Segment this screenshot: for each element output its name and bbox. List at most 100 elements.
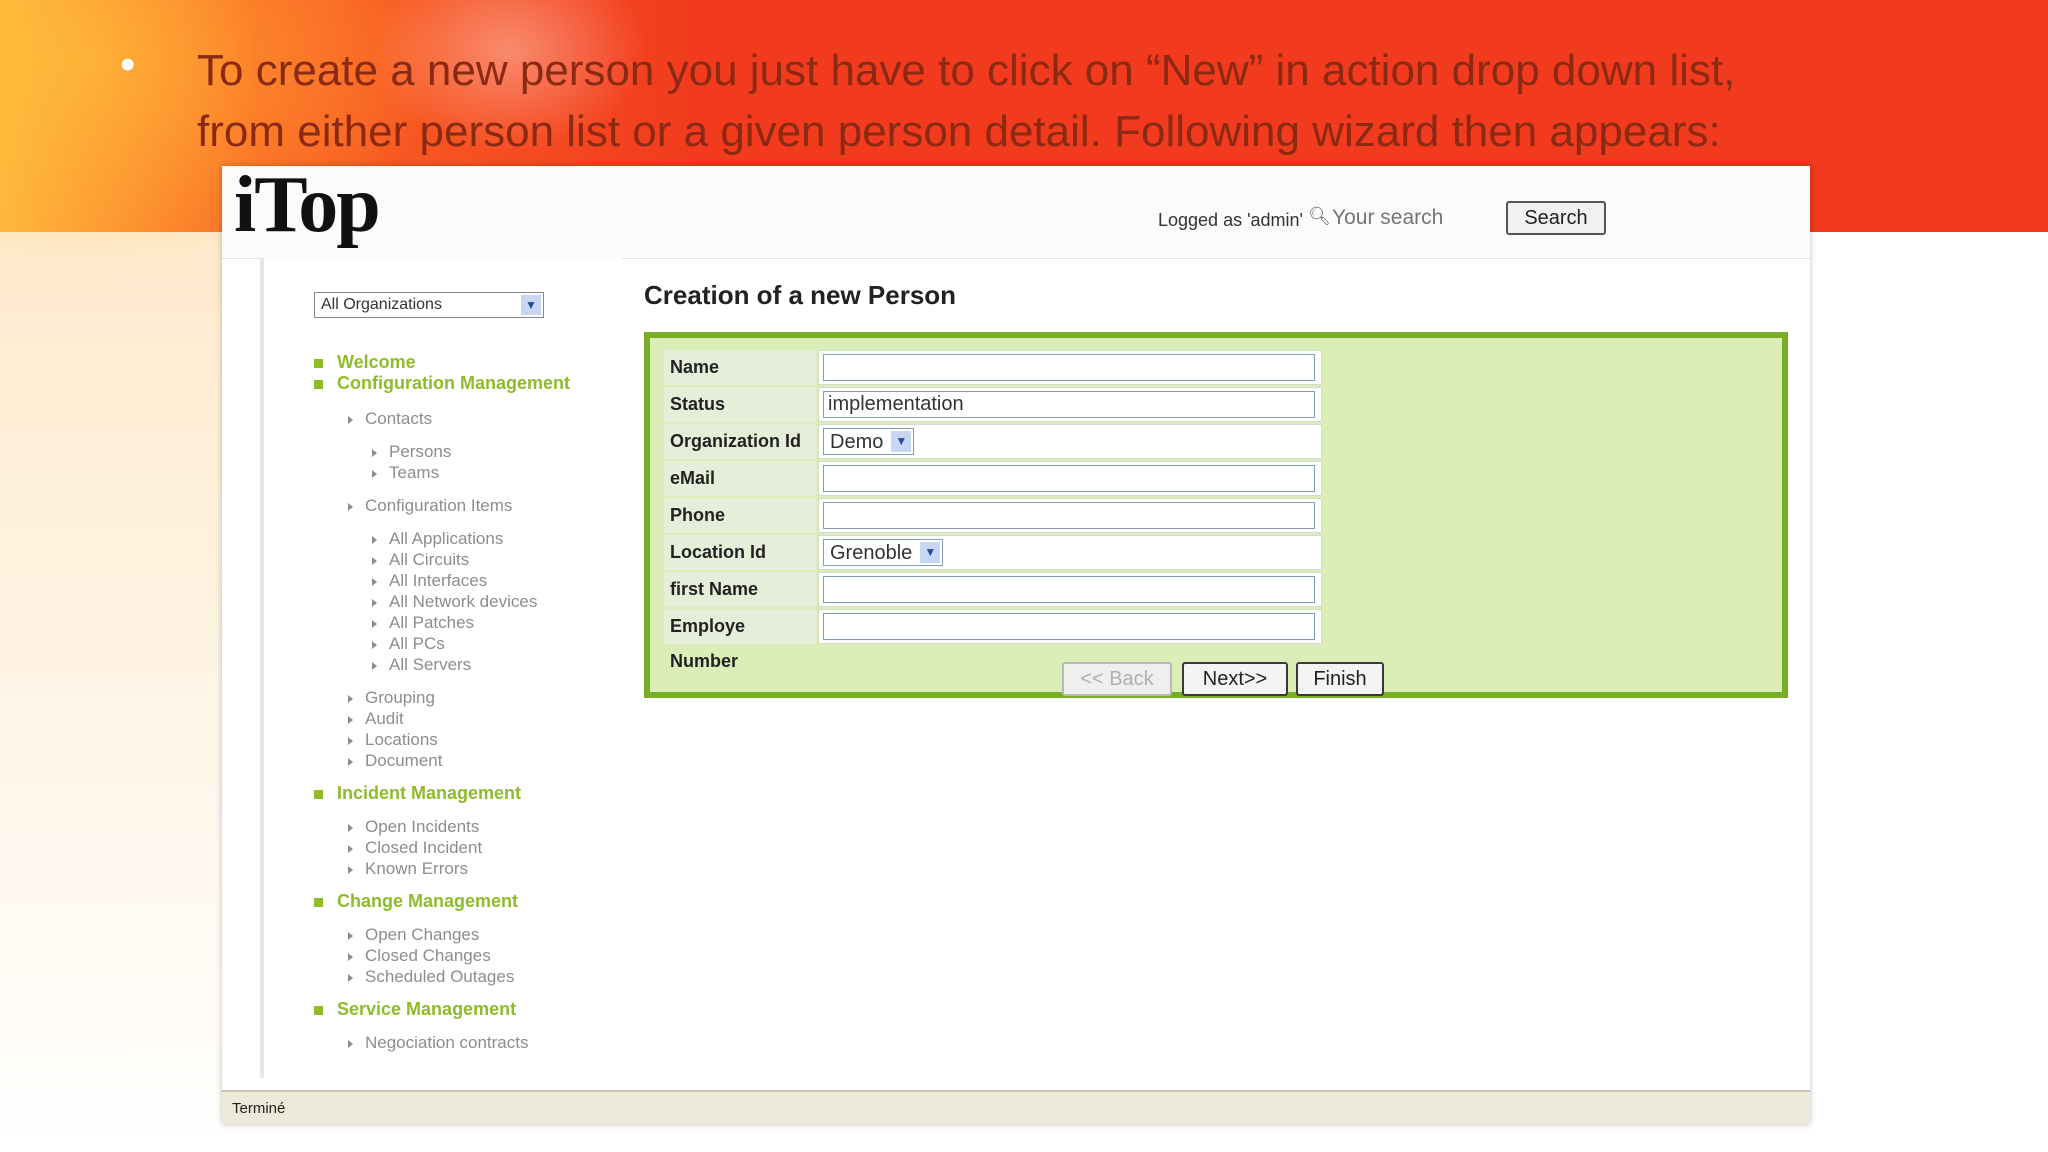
menu-section-change[interactable]: Change Management	[314, 891, 614, 912]
menu-item-document[interactable]: Document	[314, 750, 614, 771]
employee-number-label: Employe Number	[664, 609, 816, 671]
menu-item-contacts[interactable]: Contacts	[314, 408, 614, 429]
status-input[interactable]	[823, 391, 1315, 418]
first-name-label: first Name	[664, 572, 816, 607]
menu-item-all-pcs[interactable]: All PCs	[314, 633, 614, 654]
location-select[interactable]: Grenoble ▼	[823, 539, 944, 566]
triangle-right-icon	[348, 973, 353, 982]
phone-input[interactable]	[823, 502, 1315, 529]
status-label: Status	[664, 387, 816, 422]
triangle-right-icon	[348, 757, 353, 766]
back-button[interactable]: << Back	[1062, 662, 1172, 696]
finish-button[interactable]: Finish	[1296, 662, 1384, 696]
slide-glow	[0, 232, 260, 1152]
organization-filter-select[interactable]: All Organizations ▼	[314, 292, 544, 318]
organization-cell: Demo ▼	[818, 424, 1322, 459]
slide-bullet: To create a new person you just have to …	[120, 40, 1920, 162]
next-button[interactable]: Next>>	[1182, 662, 1288, 696]
name-input[interactable]	[823, 354, 1315, 381]
menu-section-incident[interactable]: Incident Management	[314, 783, 614, 804]
menu-section-welcome[interactable]: Welcome	[314, 352, 614, 373]
search-input[interactable]	[1330, 202, 1494, 234]
first-name-cell	[818, 572, 1322, 607]
square-bullet-icon	[314, 358, 323, 368]
triangle-right-icon	[372, 469, 377, 478]
location-label: Location Id	[664, 535, 816, 570]
menu-item-all-applications[interactable]: All Applications	[314, 528, 614, 549]
triangle-right-icon	[348, 1039, 353, 1048]
form-row-status: Status	[664, 387, 1328, 424]
triangle-right-icon	[372, 619, 377, 628]
chevron-down-icon: ▼	[920, 542, 941, 563]
square-bullet-icon	[314, 789, 323, 799]
bullet-dot: •	[120, 40, 136, 89]
search-button[interactable]: Search	[1506, 201, 1606, 235]
itop-logo: iTop	[234, 161, 381, 249]
organization-label: Organization Id	[664, 424, 816, 459]
menu-item-open-incidents[interactable]: Open Incidents	[314, 816, 614, 837]
bullet-line-2: from either person list or a given perso…	[197, 107, 1721, 156]
employee-number-cell	[818, 609, 1322, 644]
form-table: Name Status Organization Id Demo ▼ eMail	[664, 350, 1328, 671]
menu-item-open-changes[interactable]: Open Changes	[314, 924, 614, 945]
menu-item-grouping[interactable]: Grouping	[314, 687, 614, 708]
phone-label: Phone	[664, 498, 816, 533]
first-name-input[interactable]	[823, 576, 1315, 603]
email-cell	[818, 461, 1322, 496]
menu-item-all-patches[interactable]: All Patches	[314, 612, 614, 633]
chevron-down-icon: ▼	[521, 295, 541, 315]
menu-item-all-interfaces[interactable]: All Interfaces	[314, 570, 614, 591]
email-label: eMail	[664, 461, 816, 496]
form-row-name: Name	[664, 350, 1328, 387]
triangle-right-icon	[372, 661, 377, 670]
triangle-right-icon	[372, 598, 377, 607]
menu-item-teams[interactable]: Teams	[314, 462, 614, 483]
form-row-organization: Organization Id Demo ▼	[664, 424, 1328, 461]
menu-item-closed-changes[interactable]: Closed Changes	[314, 945, 614, 966]
email-input[interactable]	[823, 465, 1315, 492]
menu-section-service[interactable]: Service Management	[314, 999, 614, 1020]
triangle-right-icon	[348, 931, 353, 940]
square-bullet-icon	[314, 897, 323, 907]
menu-item-locations[interactable]: Locations	[314, 729, 614, 750]
menu-item-configuration-items[interactable]: Configuration Items	[314, 495, 614, 516]
menu-item-persons[interactable]: Persons	[314, 441, 614, 462]
form-row-email: eMail	[664, 461, 1328, 498]
triangle-right-icon	[372, 577, 377, 586]
form-row-phone: Phone	[664, 498, 1328, 535]
logged-as-label: Logged as 'admin'	[1158, 210, 1303, 230]
organization-select-value: Demo	[830, 431, 884, 453]
search-icon: 🔍︎	[1308, 206, 1331, 226]
navigation-menu: Welcome Configuration Management Contact…	[314, 352, 614, 1053]
form-row-location: Location Id Grenoble ▼	[664, 535, 1328, 572]
menu-item-all-network-devices[interactable]: All Network devices	[314, 591, 614, 612]
form-row-employee-number: Employe Number	[664, 609, 1328, 671]
itop-window: iTop Logged as 'admin' 🔍︎ Search All Org…	[222, 161, 1810, 1124]
status-cell	[818, 387, 1322, 422]
menu-item-closed-incident[interactable]: Closed Incident	[314, 837, 614, 858]
menu-item-known-errors[interactable]: Known Errors	[314, 858, 614, 879]
menu-section-configuration[interactable]: Configuration Management	[314, 373, 614, 394]
name-label: Name	[664, 350, 816, 385]
form-row-first-name: first Name	[664, 572, 1328, 609]
employee-number-input[interactable]	[823, 613, 1315, 640]
square-bullet-icon	[314, 1005, 323, 1015]
triangle-right-icon	[348, 865, 353, 874]
app-header: iTop Logged as 'admin' 🔍︎ Search	[222, 161, 1810, 259]
triangle-right-icon	[348, 694, 353, 703]
page-title: Creation of a new Person	[644, 280, 957, 310]
triangle-right-icon	[348, 736, 353, 745]
triangle-right-icon	[372, 556, 377, 565]
organization-select[interactable]: Demo ▼	[823, 428, 915, 455]
triangle-right-icon	[348, 952, 353, 961]
menu-item-all-servers[interactable]: All Servers	[314, 654, 614, 675]
triangle-right-icon	[348, 502, 353, 511]
menu-item-negociation-contracts[interactable]: Negociation contracts	[314, 1032, 614, 1053]
browser-status-bar: Terminé	[222, 1090, 1810, 1124]
menu-item-all-circuits[interactable]: All Circuits	[314, 549, 614, 570]
menu-item-scheduled-outages[interactable]: Scheduled Outages	[314, 966, 614, 987]
triangle-right-icon	[348, 844, 353, 853]
menu-item-audit[interactable]: Audit	[314, 708, 614, 729]
bullet-line-1: To create a new person you just have to …	[197, 46, 1736, 95]
phone-cell	[818, 498, 1322, 533]
